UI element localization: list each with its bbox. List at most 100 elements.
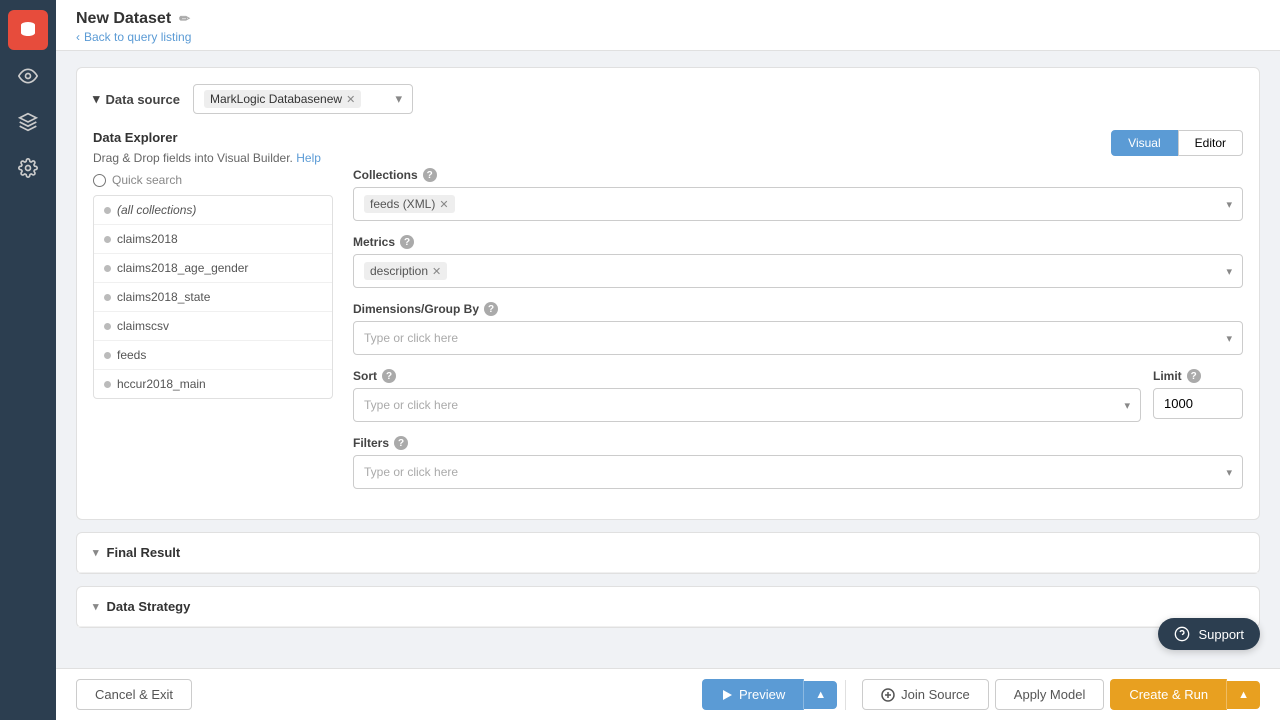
sidebar-icon-gear[interactable] [8,148,48,188]
dot-icon [104,265,111,272]
visual-view-button[interactable]: Visual [1111,130,1177,156]
page-header: New Dataset ✏ ‹ Back to query listing [56,0,1280,51]
dimensions-help-icon[interactable]: ? [484,302,498,316]
drag-hint: Drag & Drop fields into Visual Builder. … [93,151,333,165]
collections-tag: feeds (XML) ✕ [364,195,455,213]
limit-label: Limit [1153,369,1182,383]
datasource-tag: MarkLogic Databasenew ✕ [204,90,361,108]
final-result-label: Final Result [107,545,181,560]
data-source-select[interactable]: MarkLogic Databasenew ✕ ▾ [193,84,413,114]
final-result-header[interactable]: ▾ Final Result [77,533,1259,573]
main-content: ▾ Data source MarkLogic Databasenew ✕ ▾ [56,51,1280,720]
dot-icon [104,323,111,330]
cancel-button[interactable]: Cancel & Exit [76,679,192,710]
metrics-select[interactable]: description ✕ ▾ [353,254,1243,288]
collections-help-icon[interactable]: ? [423,168,437,182]
filters-help-icon[interactable]: ? [394,436,408,450]
filters-select[interactable]: Type or click here ▾ [353,455,1243,489]
view-toggle: Visual Editor [353,130,1243,156]
explorer-item-claimscsv[interactable]: claimscsv [94,312,332,341]
create-run-caret-button[interactable]: ▲ [1227,681,1260,709]
sort-select[interactable]: Type or click here ▾ [353,388,1141,422]
editor-view-button[interactable]: Editor [1178,130,1243,156]
metrics-tag: description ✕ [364,262,447,280]
metrics-field-row: Metrics ? description ✕ ▾ [353,235,1243,288]
data-explorer: Data Explorer Drag & Drop fields into Vi… [93,130,333,503]
data-strategy-header[interactable]: ▾ Data Strategy [77,587,1259,627]
play-icon [721,689,733,701]
dimensions-select[interactable]: Type or click here ▾ [353,321,1243,355]
sidebar [0,0,56,720]
filters-label: Filters [353,436,389,450]
visual-builder: Visual Editor Collections ? feeds [353,130,1243,503]
support-button[interactable]: Support [1158,618,1260,650]
page-title: New Dataset [76,10,171,28]
explorer-list: (all collections) claims2018 claims2018_… [93,195,333,399]
dot-icon [104,236,111,243]
filters-placeholder: Type or click here [364,465,458,479]
sort-label: Sort [353,369,377,383]
explorer-item-feeds[interactable]: feeds [94,341,332,370]
final-result-card: ▾ Final Result [76,532,1260,574]
dimensions-caret-icon: ▾ [1226,332,1232,345]
collections-label: Collections [353,168,418,182]
help-link[interactable]: Help [296,151,321,165]
explorer-item-claims2018-state[interactable]: claims2018_state [94,283,332,312]
datasource-section-label: Data source [106,92,180,107]
sidebar-icon-database[interactable] [8,10,48,50]
collections-caret-icon: ▾ [1226,198,1232,211]
footer-bar: Cancel & Exit Preview ▲ Join Source Appl… [56,668,1280,720]
data-strategy-label: Data Strategy [107,599,191,614]
collections-field-row: Collections ? feeds (XML) ✕ ▾ [353,168,1243,221]
dot-icon [104,207,111,214]
metrics-label: Metrics [353,235,395,249]
filters-caret-icon: ▾ [1226,466,1232,479]
filters-field-row: Filters ? Type or click here ▾ [353,436,1243,489]
dot-icon [104,294,111,301]
datasource-chevron[interactable]: ▾ [93,91,100,107]
plus-circle-icon [881,688,895,702]
dimensions-placeholder: Type or click here [364,331,458,345]
create-run-button[interactable]: Create & Run [1110,679,1227,710]
explorer-item-claims2018[interactable]: claims2018 [94,225,332,254]
preview-button[interactable]: Preview [702,679,804,710]
data-strategy-chevron: ▾ [93,600,99,613]
data-strategy-card: ▾ Data Strategy [76,586,1260,628]
explorer-visual-container: Data Explorer Drag & Drop fields into Vi… [93,130,1243,503]
limit-input[interactable] [1153,388,1243,419]
final-result-chevron: ▾ [93,546,99,559]
footer-divider [845,680,846,710]
explorer-item-all-collections[interactable]: (all collections) [94,196,332,225]
quick-search-radio[interactable] [93,174,106,187]
explorer-item-claims2018-age-gender[interactable]: claims2018_age_gender [94,254,332,283]
edit-icon[interactable]: ✏ [179,11,190,27]
join-source-button[interactable]: Join Source [862,679,989,710]
sort-help-icon[interactable]: ? [382,369,396,383]
datasource-tag-remove[interactable]: ✕ [346,93,355,106]
support-label: Support [1198,627,1244,642]
dot-icon [104,381,111,388]
data-source-row: ▾ Data source MarkLogic Databasenew ✕ ▾ [93,84,1243,114]
collections-select[interactable]: feeds (XML) ✕ ▾ [353,187,1243,221]
sidebar-icon-layers[interactable] [8,102,48,142]
sort-field-row: Sort ? Type or click here ▾ [353,369,1141,422]
limit-help-icon[interactable]: ? [1187,369,1201,383]
sidebar-icon-eye[interactable] [8,56,48,96]
limit-field-row: Limit ? [1153,369,1243,422]
preview-caret-button[interactable]: ▲ [804,681,837,709]
support-icon [1174,626,1190,642]
quick-search-row: Quick search [93,173,333,187]
back-link[interactable]: ‹ Back to query listing [76,30,1260,44]
metrics-tag-remove[interactable]: ✕ [432,265,441,278]
dot-icon [104,352,111,359]
collections-tag-remove[interactable]: ✕ [439,198,448,211]
explorer-item-hccur2018[interactable]: hccur2018_main [94,370,332,398]
datasource-caret-icon: ▾ [395,91,402,107]
sort-caret-icon: ▾ [1124,399,1130,412]
apply-model-button[interactable]: Apply Model [995,679,1105,710]
metrics-help-icon[interactable]: ? [400,235,414,249]
metrics-caret-icon: ▾ [1226,265,1232,278]
data-source-card: ▾ Data source MarkLogic Databasenew ✕ ▾ [76,67,1260,520]
dimensions-label: Dimensions/Group By [353,302,479,316]
quick-search-label: Quick search [112,173,182,187]
